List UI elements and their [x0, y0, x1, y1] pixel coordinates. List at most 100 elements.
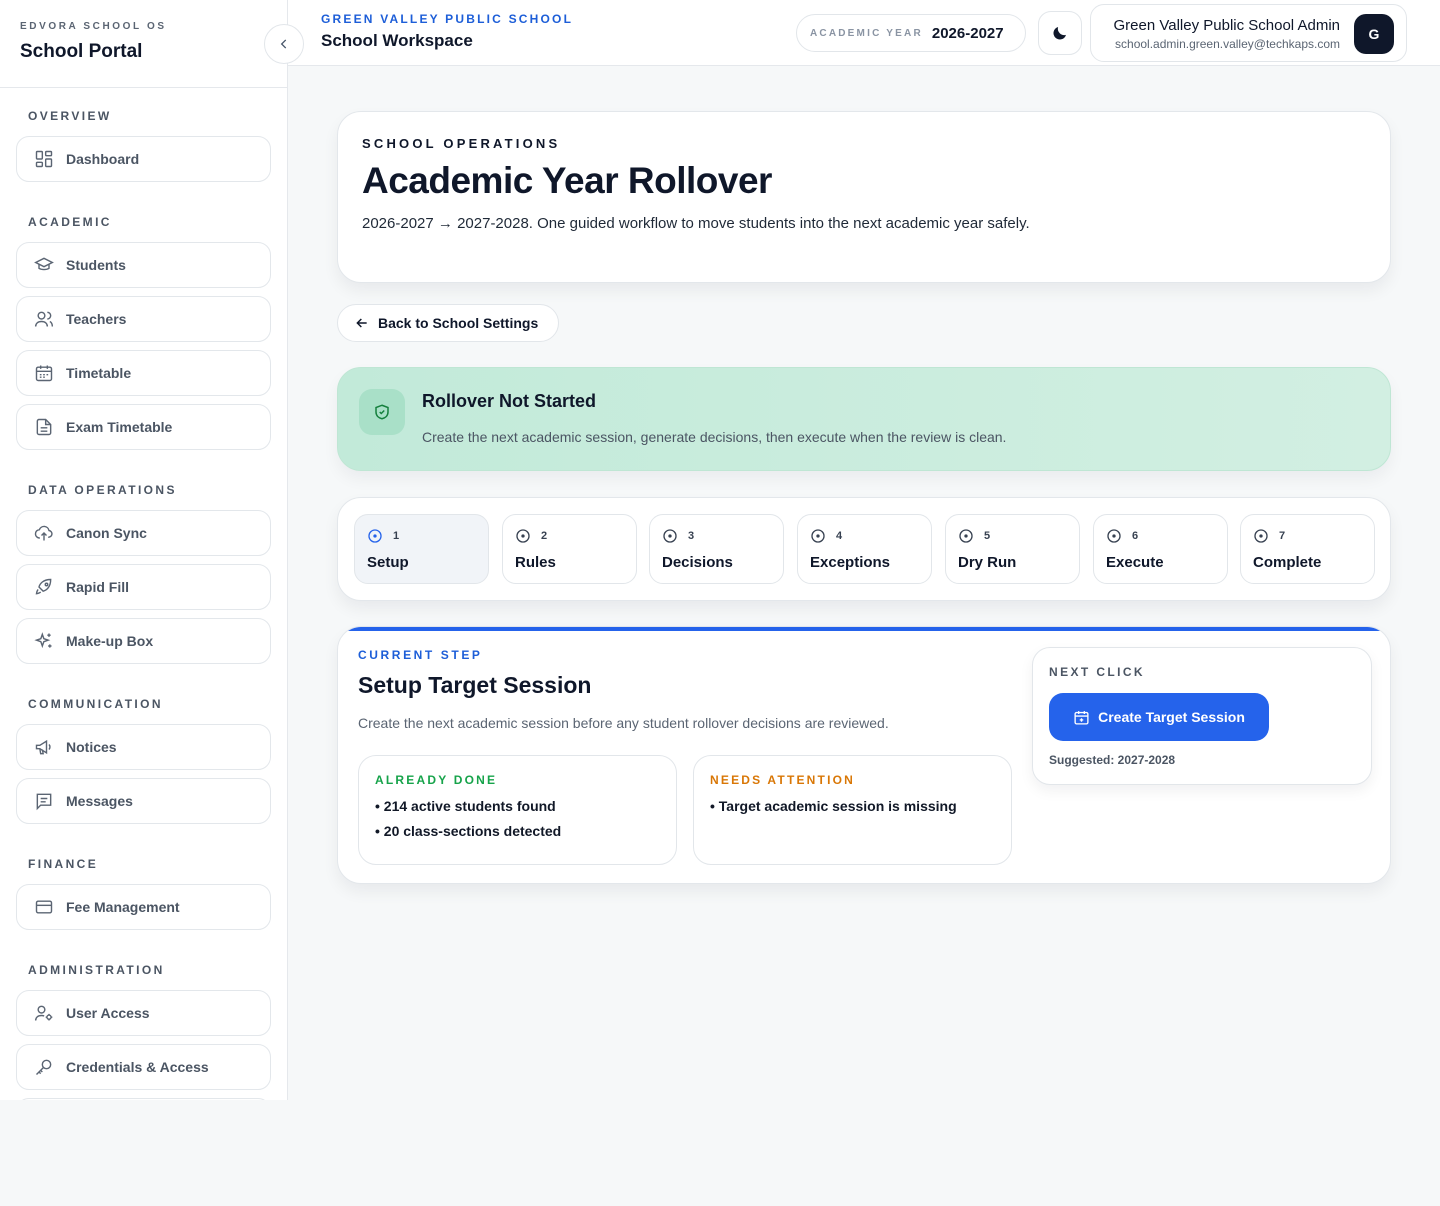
- arrow-left-icon: [354, 315, 378, 331]
- suggested-session: Suggested: 2027-2028: [1049, 753, 1176, 767]
- step-rules[interactable]: 2 Rules: [502, 514, 637, 584]
- academic-year-selector[interactable]: ACADEMIC YEAR 2026-2027: [796, 14, 1026, 52]
- sidebar-item-label: Fee Management: [66, 899, 180, 915]
- rocket-icon: [34, 577, 54, 597]
- nav-section-data-operations: DATA OPERATIONS: [28, 483, 177, 497]
- user-menu[interactable]: Green Valley Public School Admin school.…: [1090, 4, 1407, 62]
- sidebar-item-label: Credentials & Access: [66, 1059, 209, 1075]
- already-done-box: ALREADY DONE • 214 active students found…: [358, 755, 677, 865]
- nav-section-overview: OVERVIEW: [28, 109, 112, 123]
- step-exceptions[interactable]: 4 Exceptions: [797, 514, 932, 584]
- sidebar-item-label: Messages: [66, 793, 133, 809]
- brand-kicker: EDVORA SCHOOL OS: [20, 21, 167, 32]
- graduation-cap-icon: [34, 255, 54, 275]
- step-number: 2: [515, 528, 547, 544]
- nav-section-finance: FINANCE: [28, 857, 99, 871]
- step-decisions[interactable]: 3 Decisions: [649, 514, 784, 584]
- sidebar-item-fee-management[interactable]: Fee Management: [16, 884, 271, 930]
- step-label: Setup: [367, 554, 409, 571]
- collapse-sidebar-button[interactable]: [264, 24, 304, 64]
- step-num-text: 7: [1279, 530, 1286, 542]
- current-step-description: Create the next academic session before …: [358, 715, 889, 731]
- circle-dot-icon: [1106, 528, 1132, 544]
- step-label: Decisions: [662, 554, 733, 571]
- step-label: Complete: [1253, 554, 1322, 571]
- document-icon: [34, 417, 54, 437]
- step-complete[interactable]: 7 Complete: [1240, 514, 1375, 584]
- school-name: GREEN VALLEY PUBLIC SCHOOL: [321, 12, 574, 26]
- calendar-plus-icon: [1073, 709, 1098, 726]
- step-number: 5: [958, 528, 990, 544]
- circle-dot-icon: [958, 528, 984, 544]
- sidebar-item-label: Teachers: [66, 311, 127, 327]
- sidebar-item-rapid-fill[interactable]: Rapid Fill: [16, 564, 271, 610]
- user-email: school.admin.green.valley@techkaps.com: [1115, 37, 1340, 51]
- sidebar-item-partial[interactable]: [16, 1098, 271, 1100]
- circle-dot-icon: [662, 528, 688, 544]
- calendar-icon: [34, 363, 54, 383]
- academic-year-value: 2026-2027: [931, 24, 1004, 42]
- page-description: 2026-2027 → 2027-2028. One guided workfl…: [362, 215, 1030, 232]
- sidebar-item-students[interactable]: Students: [16, 242, 271, 288]
- nav-section-administration: ADMINISTRATION: [28, 963, 165, 977]
- create-target-session-button[interactable]: Create Target Session: [1049, 693, 1269, 741]
- step-num-text: 3: [688, 530, 695, 542]
- sidebar-item-teachers[interactable]: Teachers: [16, 296, 271, 342]
- sidebar-item-label: Notices: [66, 739, 117, 755]
- back-to-settings-button[interactable]: Back to School Settings: [337, 304, 559, 342]
- avatar: G: [1354, 14, 1394, 54]
- status-description: Create the next academic session, genera…: [422, 429, 1007, 445]
- step-setup[interactable]: 1 Setup: [354, 514, 489, 584]
- cloud-upload-icon: [34, 523, 54, 543]
- sidebar-item-exam-timetable[interactable]: Exam Timetable: [16, 404, 271, 450]
- sidebar-item-canon-sync[interactable]: Canon Sync: [16, 510, 271, 556]
- sidebar-item-label: Dashboard: [66, 151, 140, 167]
- step-label: Dry Run: [958, 554, 1017, 571]
- cta-label: Create Target Session: [1098, 709, 1245, 725]
- page-header-card: SCHOOL OPERATIONS Academic Year Rollover…: [337, 111, 1391, 283]
- key-icon: [34, 1057, 54, 1077]
- sidebar-item-user-access[interactable]: User Access: [16, 990, 271, 1036]
- sidebar-item-label: Students: [66, 257, 126, 273]
- shield-check-icon: [359, 389, 405, 435]
- attention-item: • Target academic session is missing: [710, 798, 957, 814]
- step-dry-run[interactable]: 5 Dry Run: [945, 514, 1080, 584]
- sidebar-item-label: Make-up Box: [66, 633, 154, 649]
- step-num-text: 6: [1132, 530, 1139, 542]
- sidebar-item-make-up-box[interactable]: Make-up Box: [16, 618, 271, 664]
- dashboard-icon: [34, 149, 54, 169]
- next-click-card: NEXT CLICK Create Target Session Suggest…: [1032, 647, 1372, 785]
- sidebar-item-timetable[interactable]: Timetable: [16, 350, 271, 396]
- step-label: Execute: [1106, 554, 1164, 571]
- circle-dot-icon: [367, 528, 393, 544]
- credit-card-icon: [34, 897, 54, 917]
- sidebar-item-credentials-access[interactable]: Credentials & Access: [16, 1044, 271, 1090]
- theme-toggle-button[interactable]: [1038, 11, 1082, 55]
- sidebar-item-label: Canon Sync: [66, 525, 147, 541]
- back-button-label: Back to School Settings: [378, 315, 539, 331]
- sidebar-item-messages[interactable]: Messages: [16, 778, 271, 824]
- academic-year-label: ACADEMIC YEAR: [810, 27, 923, 39]
- sparkles-icon: [34, 631, 54, 651]
- sidebar-item-dashboard[interactable]: Dashboard: [16, 136, 271, 182]
- next-click-kicker: NEXT CLICK: [1049, 665, 1145, 679]
- sidebar-item-notices[interactable]: Notices: [16, 724, 271, 770]
- step-number: 1: [367, 528, 399, 544]
- sidebar-item-label: User Access: [66, 1005, 150, 1021]
- status-title: Rollover Not Started: [422, 391, 597, 411]
- current-step-card: CURRENT STEP Setup Target Session Create…: [337, 626, 1391, 884]
- user-gear-icon: [34, 1003, 54, 1023]
- moon-icon: [1051, 24, 1069, 42]
- current-step-title: Setup Target Session: [358, 672, 592, 698]
- step-num-text: 1: [393, 530, 400, 542]
- workspace-title: School Workspace: [321, 31, 473, 50]
- needs-attention-box: NEEDS ATTENTION • Target academic sessio…: [693, 755, 1012, 865]
- step-label: Exceptions: [810, 554, 891, 571]
- step-label: Rules: [515, 554, 556, 571]
- user-name: Green Valley Public School Admin: [1113, 17, 1340, 34]
- step-execute[interactable]: 6 Execute: [1093, 514, 1228, 584]
- rollover-status-banner: Rollover Not Started Create the next aca…: [337, 367, 1391, 471]
- circle-dot-icon: [515, 528, 541, 544]
- step-number: 6: [1106, 528, 1138, 544]
- step-number: 3: [662, 528, 694, 544]
